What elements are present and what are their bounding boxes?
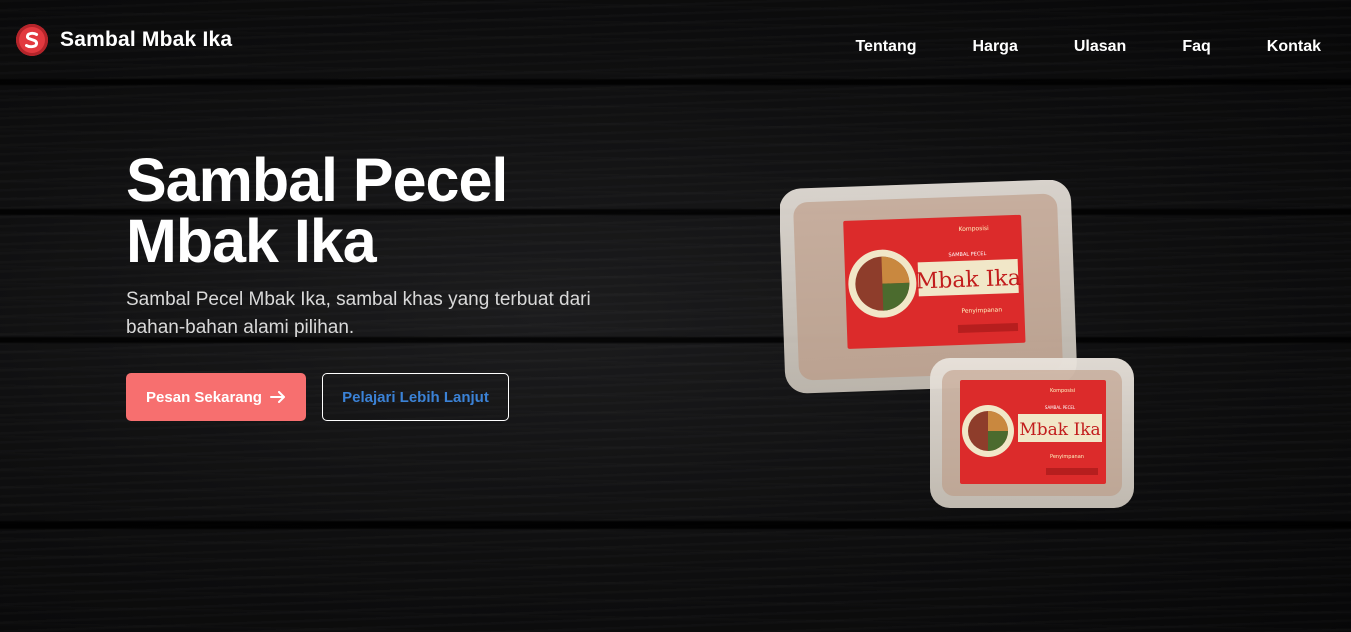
label-storage-large: Penyimpanan — [961, 307, 1002, 315]
hero-title: Sambal Pecel Mbak Ika — [126, 150, 646, 272]
hero-title-line-2: Mbak Ika — [126, 207, 377, 275]
main-nav: Tentang Harga Ulasan Faq Kontak — [799, 38, 1321, 56]
label-composition-small: Komposisi — [1050, 388, 1075, 394]
brand-name: Sambal Mbak Ika — [60, 28, 233, 51]
label-brand-large: Mbak Ika — [915, 266, 1021, 295]
nav-link-ulasan[interactable]: Ulasan — [1074, 38, 1126, 56]
order-now-label: Pesan Sekarang — [146, 388, 262, 406]
brand-logo[interactable]: Sambal Mbak Ika — [16, 24, 232, 56]
label-storage-small: Penyimpanan — [1050, 454, 1084, 460]
learn-more-button[interactable]: Pelajari Lebih Lanjut — [322, 373, 509, 421]
order-now-button[interactable]: Pesan Sekarang — [126, 373, 306, 421]
nav-link-tentang[interactable]: Tentang — [855, 38, 916, 56]
arrow-right-icon — [269, 388, 286, 406]
hero-title-line-1: Sambal Pecel — [126, 146, 508, 214]
label-composition-large: Komposisi — [958, 225, 989, 233]
hero-subtitle: Sambal Pecel Mbak Ika, sambal khas yang … — [126, 289, 591, 338]
small-container: Mbak Ika SAMBAL PECEL Komposisi Penyimpa… — [930, 358, 1134, 508]
nav-link-kontak[interactable]: Kontak — [1267, 38, 1321, 56]
nav-link-faq[interactable]: Faq — [1182, 38, 1210, 56]
label-brand-small: Mbak Ika — [1019, 420, 1100, 440]
label-top-small: SAMBAL PECEL — [1045, 405, 1076, 410]
nav-link-harga[interactable]: Harga — [972, 38, 1017, 56]
logo-icon — [16, 24, 48, 56]
product-image: Mbak Ika SAMBAL PECEL Komposisi Penyimpa… — [780, 180, 1134, 508]
